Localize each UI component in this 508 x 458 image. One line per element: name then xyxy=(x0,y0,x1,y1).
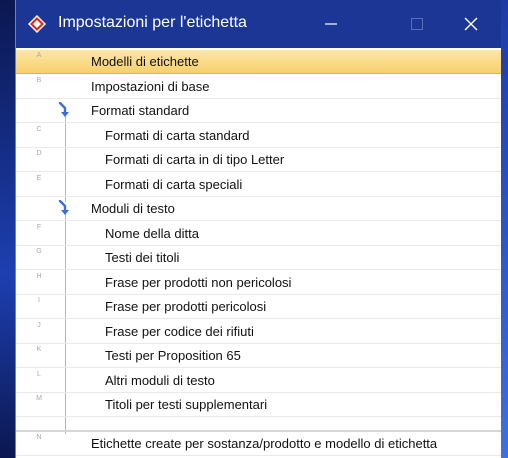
row-letter: N xyxy=(36,434,42,441)
close-icon xyxy=(464,17,478,31)
row-letter: D xyxy=(36,150,42,157)
row-letter: B xyxy=(36,76,42,84)
list-item[interactable]: A Modelli di etichette xyxy=(16,50,501,74)
section-separator xyxy=(16,430,501,432)
row-letter: M xyxy=(36,395,42,402)
row-letter: H xyxy=(36,272,42,280)
row-label: Testi per Proposition 65 xyxy=(105,348,241,363)
settings-tree-list: A Modelli di etichette B Impostazioni di ba… xyxy=(16,50,501,458)
row-label: Etichette create per sostanza/prodotto e… xyxy=(91,436,438,451)
row-label: Frase per prodotti pericolosi xyxy=(105,299,267,314)
row-label: Nome della ditta xyxy=(105,225,199,241)
tree-group-row[interactable]: Formati standard xyxy=(16,99,501,123)
row-label: Impostazioni di base xyxy=(91,78,210,94)
list-item[interactable]: B Impostazioni di base xyxy=(16,75,501,99)
list-item[interactable]: E Formati di carta speciali xyxy=(16,173,501,197)
list-item[interactable]: G Testi dei titoli xyxy=(16,246,501,270)
row-label: Formati di carta speciali xyxy=(105,176,243,192)
list-item[interactable]: I Frase per prodotti pericolosi xyxy=(16,295,501,319)
maximize-icon xyxy=(411,18,423,30)
row-label: Formati standard xyxy=(91,103,190,118)
list-item[interactable]: F Nome della ditta xyxy=(16,222,501,246)
list-item[interactable]: L Altri moduli di testo xyxy=(16,369,501,393)
row-label: Frase per prodotti non pericolosi xyxy=(105,274,292,290)
row-label: Formati di carta standard xyxy=(105,127,250,143)
expand-arrow-icon[interactable] xyxy=(57,199,71,216)
row-label: Formati di carta in di tipo Letter xyxy=(105,152,285,167)
list-item[interactable]: J Frase per codice dei rifiuti xyxy=(16,320,501,344)
row-letter: G xyxy=(36,248,42,255)
row-letter: F xyxy=(36,223,42,231)
minimize-button[interactable] xyxy=(316,10,346,38)
window-title: Impostazioni per l'etichetta xyxy=(58,14,247,31)
row-letter: A xyxy=(36,52,42,59)
app-diamond-icon xyxy=(28,15,46,33)
row-label: Moduli di testo xyxy=(91,201,175,216)
tree-group-row[interactable]: Moduli di testo xyxy=(16,197,501,221)
title-bar[interactable]: Impostazioni per l'etichetta xyxy=(16,0,501,48)
minimize-icon xyxy=(325,23,337,25)
row-label: Frase per codice dei rifiuti xyxy=(105,323,254,339)
row-label: Titoli per testi supplementari xyxy=(105,397,268,412)
row-letter: J xyxy=(37,321,41,329)
row-label: Altri moduli di testo xyxy=(105,372,215,388)
list-item[interactable]: D Formati di carta in di tipo Letter xyxy=(16,148,501,172)
list-item[interactable]: H Frase per prodotti non pericolosi xyxy=(16,271,501,295)
row-letter: L xyxy=(37,370,41,378)
close-button[interactable] xyxy=(456,10,486,38)
row-letter: I xyxy=(38,297,40,304)
list-item[interactable]: M Titoli per testi supplementari xyxy=(16,393,501,417)
row-letter: C xyxy=(36,125,42,133)
maximize-button[interactable] xyxy=(402,10,432,38)
row-letter: E xyxy=(36,174,42,182)
row-label: Testi dei titoli xyxy=(105,250,180,265)
expand-arrow-icon[interactable] xyxy=(57,101,71,118)
settings-window: Impostazioni per l'etichetta A Modelli di… xyxy=(15,0,501,458)
row-letter: K xyxy=(36,346,42,353)
row-label: Modelli di etichette xyxy=(91,54,199,69)
list-item[interactable]: C Formati di carta standard xyxy=(16,124,501,148)
list-item[interactable]: K Testi per Proposition 65 xyxy=(16,344,501,368)
list-item[interactable]: N Etichette create per sostanza/prodotto … xyxy=(16,432,501,456)
